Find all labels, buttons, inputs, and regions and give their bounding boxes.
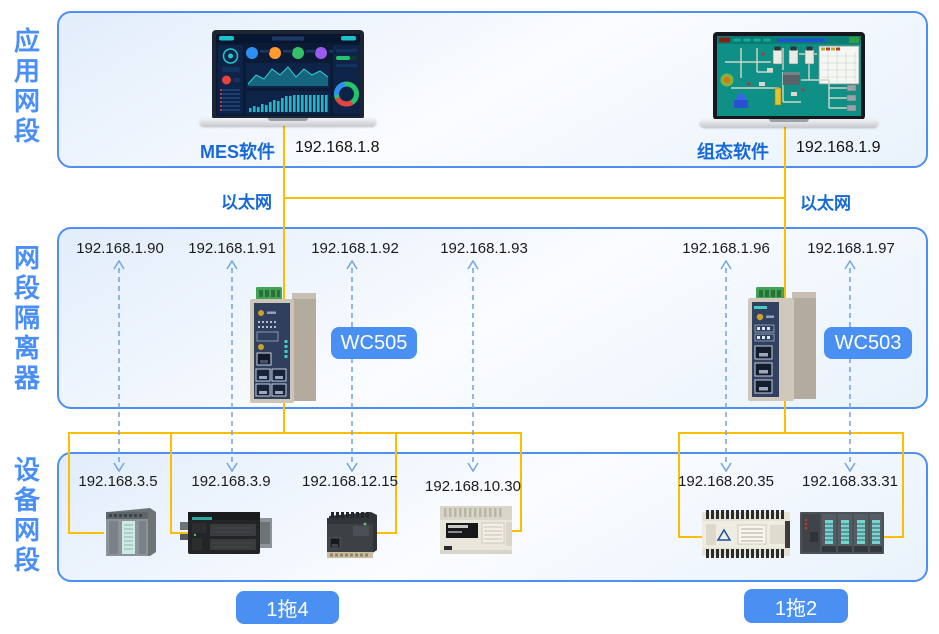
plc3-ip: 192.168.12.15: [302, 473, 398, 490]
scada-software-label: 组态软件: [697, 138, 769, 164]
wc503-device-image: [744, 286, 820, 405]
wc503-lan-ip-2: 192.168.1.97: [807, 240, 895, 257]
plc5-device: [700, 508, 792, 565]
power-module-image: [180, 508, 272, 558]
plc4-device: [438, 504, 514, 563]
mapping-arrow-4: [465, 260, 481, 472]
bus-drop-1: [68, 432, 70, 534]
plc1-device: [100, 506, 158, 565]
plc6-ip: 192.168.33.31: [802, 473, 898, 490]
fx-plc-image: [438, 504, 514, 558]
bus-right-horizontal: [678, 432, 904, 434]
wc505-device-image: [248, 286, 320, 407]
plc6-device: [798, 510, 886, 561]
mapping-arrow-2: [224, 260, 240, 472]
bus-stub-1: [68, 532, 104, 534]
wc505-lan-ip-1: 192.168.1.90: [76, 240, 164, 257]
wc505-lan-ip-2: 192.168.1.91: [188, 240, 276, 257]
plc2-ip: 192.168.3.9: [191, 473, 270, 490]
mapping-arrow-3: [344, 260, 360, 472]
scada-ip: 192.168.1.9: [796, 139, 881, 157]
bus-drop-2: [170, 432, 172, 534]
isolator-segment-label: 网段隔离器: [11, 243, 43, 393]
mes-laptop: [200, 30, 376, 128]
wc505-tag: WC505: [331, 327, 417, 359]
plc1-ip: 192.168.3.5: [78, 473, 157, 490]
mes-ip: 192.168.1.8: [295, 139, 380, 157]
bus-drop-6: [902, 432, 904, 538]
compact-plc-image: [323, 510, 379, 560]
ethernet-label-right: 以太网: [800, 189, 851, 214]
scada-laptop-notch: [769, 119, 809, 122]
mapping-arrow-5: [718, 260, 734, 472]
plc5-ip: 192.168.20.35: [678, 473, 774, 490]
mapping-arrow-6: [842, 260, 858, 472]
dvp-plc-image: [700, 508, 792, 560]
scada-laptop: [700, 32, 878, 128]
application-segment-label: 应用网段: [11, 26, 43, 146]
wc505-lan-ip-4: 192.168.1.93: [440, 240, 528, 257]
plc4-ip: 192.168.10.30: [425, 478, 521, 495]
bus-stub-6: [884, 536, 904, 538]
scada-screenshot: [713, 32, 865, 120]
wc505-device: [248, 286, 320, 412]
mapping-arrow-1: [111, 260, 127, 472]
device-segment-label: 设备网段: [11, 455, 43, 575]
wc503-device: [744, 286, 820, 410]
group-tag-1-to-2: 1拖2: [744, 589, 848, 623]
mes-laptop-notch: [268, 118, 308, 121]
io-module-image: [100, 506, 158, 560]
bus-left-horizontal: [68, 432, 522, 434]
network-diagram: 应用网段 网段隔离器 设备网段: [0, 0, 939, 634]
group-tag-1-to-4: 1拖4: [236, 591, 339, 624]
wc503-tag: WC503: [824, 327, 912, 359]
mes-software-label: MES软件: [200, 138, 275, 164]
wc503-lan-ip-1: 192.168.1.96: [682, 240, 770, 257]
plc2-device: [180, 508, 272, 563]
plc3-device: [323, 510, 379, 565]
rack-plc-image: [798, 510, 886, 556]
wc505-lan-ip-3: 192.168.1.92: [311, 240, 399, 257]
ethernet-label-left: 以太网: [221, 188, 272, 213]
ethernet-backbone: [283, 197, 786, 199]
mes-dashboard-screenshot: [212, 30, 364, 120]
